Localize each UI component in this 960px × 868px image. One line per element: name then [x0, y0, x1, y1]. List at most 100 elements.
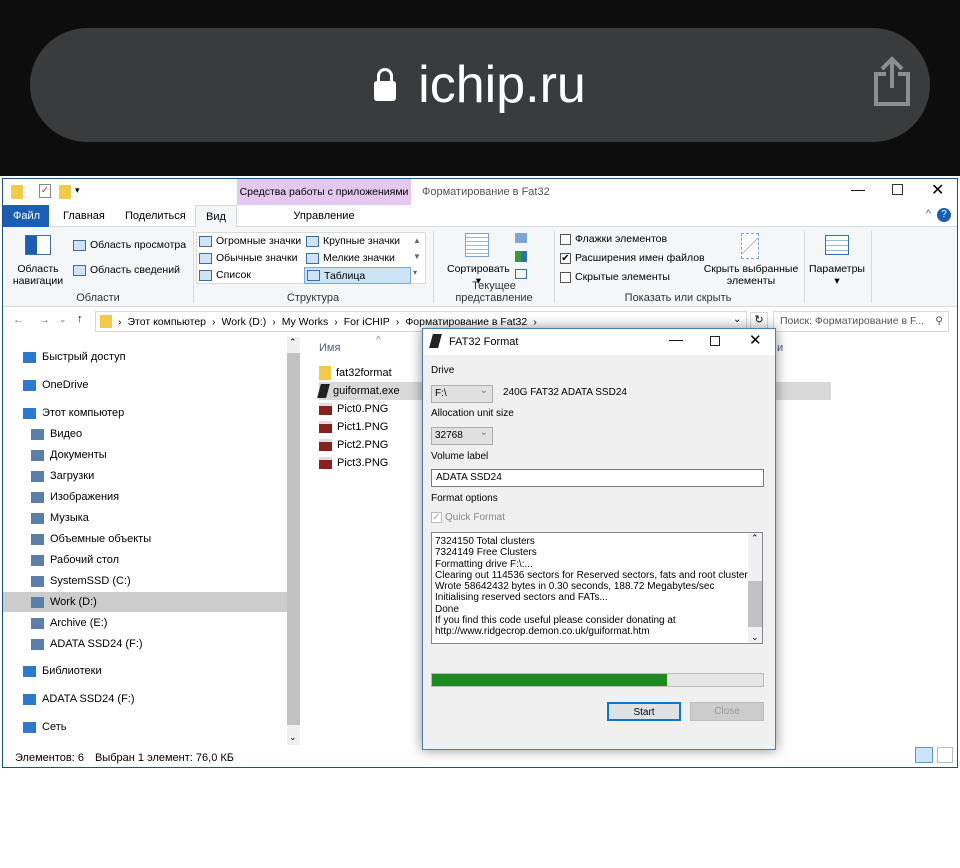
nav-item[interactable]: Объемные объекты — [3, 529, 287, 549]
breadcrumb-item[interactable]: Work (D:) — [222, 316, 267, 328]
column-header-partial[interactable]: и — [777, 342, 783, 354]
nav-item[interactable]: Work (D:) — [3, 592, 287, 612]
preview-pane-button[interactable]: Область просмотра — [73, 239, 186, 251]
minimize-button[interactable]: — — [851, 181, 865, 197]
quick-access-dropdown-icon[interactable]: ▾ — [75, 185, 80, 196]
up-button[interactable]: ↑ — [77, 313, 83, 325]
group-label-layout: Структура — [286, 292, 340, 304]
checkbox-checked[interactable]: ✔ — [560, 252, 571, 264]
hide-selected-button[interactable]: Скрыть выбранные элементы — [703, 263, 799, 287]
file-row[interactable]: Pict1.PNG — [319, 418, 388, 436]
nav-item[interactable]: Загрузки — [3, 466, 287, 486]
breadcrumb-item[interactable]: My Works — [282, 316, 328, 328]
drive-select[interactable]: F:\ — [431, 383, 493, 403]
navigation-pane-icon — [25, 235, 51, 255]
forward-button[interactable]: → — [39, 314, 50, 326]
layout-list[interactable]: Список — [199, 269, 251, 281]
file-row[interactable]: Pict2.PNG — [319, 436, 388, 454]
nav-item[interactable]: Музыка — [3, 508, 287, 528]
nav-item[interactable]: Archive (E:) — [3, 613, 287, 633]
size-columns-icon[interactable] — [515, 269, 527, 279]
layout-small[interactable]: Мелкие значки — [306, 252, 395, 264]
details-pane-button[interactable]: Область сведений — [73, 264, 180, 276]
address-pill[interactable]: ichip.ru — [30, 28, 930, 142]
breadcrumb-item[interactable]: Форматирование в Fat32 — [405, 316, 527, 328]
nav-item[interactable]: Рабочий стол — [3, 550, 287, 570]
maximize-button[interactable] — [892, 184, 903, 195]
nav-item[interactable]: Библиотеки — [3, 661, 287, 681]
share-icon[interactable] — [872, 56, 912, 106]
dialog-close-button[interactable]: ✕ — [749, 331, 762, 349]
nav-item[interactable]: ADATA SSD24 (F:) — [3, 689, 287, 709]
group-by-icon[interactable] — [515, 233, 527, 243]
help-icon[interactable]: ? — [937, 208, 951, 222]
allocation-select[interactable]: 32768 — [431, 425, 493, 445]
nav-item[interactable]: ADATA SSD24 (F:) — [3, 634, 287, 654]
scroll-down-icon[interactable]: ⌄ — [289, 732, 297, 743]
log-scrollbar[interactable]: ⌃ ⌄ — [748, 533, 762, 643]
dialog-minimize-button[interactable]: — — [669, 331, 683, 347]
tab-view[interactable]: Вид — [195, 205, 237, 227]
scroll-up-icon[interactable]: ⌃ — [289, 337, 297, 348]
nav-item[interactable]: Этот компьютер — [3, 403, 287, 423]
options-button[interactable]: Параметры ▾ — [809, 263, 865, 287]
scrollbar-thumb[interactable] — [287, 353, 300, 725]
recent-dropdown-icon[interactable]: ⌄ — [59, 314, 67, 325]
hidden-items-toggle[interactable]: Скрытые элементы — [560, 271, 670, 283]
exe-icon — [317, 384, 330, 398]
file-name: Pict1.PNG — [337, 421, 389, 433]
layout-extra-large[interactable]: Огромные значки — [199, 235, 301, 247]
gallery-scroll-icon[interactable]: ▲ ▼ ▾ — [413, 233, 421, 281]
checkbox[interactable] — [560, 271, 571, 283]
large-icons-view-button[interactable] — [937, 747, 953, 763]
new-folder-icon[interactable] — [59, 185, 71, 199]
file-row[interactable]: fat32format — [319, 364, 392, 382]
back-button[interactable]: ← — [13, 314, 24, 326]
search-input[interactable]: Поиск: Форматирование в F... ⚲ — [773, 311, 949, 332]
collapse-ribbon-icon[interactable]: ^ — [926, 208, 931, 220]
details-view-button[interactable] — [915, 747, 933, 763]
column-header-name[interactable]: Имя — [319, 342, 340, 354]
close-button-disabled[interactable]: Close — [690, 702, 764, 721]
properties-icon[interactable]: ✓ — [39, 184, 51, 198]
nav-item[interactable]: Быстрый доступ — [3, 347, 287, 367]
start-button[interactable]: Start — [607, 702, 681, 721]
dialog-maximize-button[interactable] — [710, 336, 720, 346]
add-columns-icon[interactable] — [515, 251, 527, 262]
layout-details-selected[interactable]: Таблица — [304, 267, 411, 284]
nav-item[interactable]: SystemSSD (C:) — [3, 571, 287, 591]
layout-label: Крупные значки — [323, 235, 401, 247]
file-row[interactable]: Pict3.PNG — [319, 454, 388, 472]
scrollbar-thumb[interactable] — [748, 581, 762, 627]
volume-label-input[interactable]: ADATA SSD24 — [431, 469, 764, 487]
quick-format-checkbox[interactable]: ✓ Quick Format — [431, 512, 505, 523]
item-checkboxes-toggle[interactable]: Флажки элементов — [560, 233, 667, 245]
layout-medium[interactable]: Обычные значки — [199, 252, 297, 264]
nav-item[interactable]: OneDrive — [3, 375, 287, 395]
folder-icon[interactable] — [11, 185, 23, 199]
close-button[interactable]: ✕ — [931, 180, 944, 200]
tab-share[interactable]: Поделиться — [115, 205, 196, 227]
nav-item[interactable]: Сеть — [3, 717, 287, 737]
file-row[interactable]: Pict0.PNG — [319, 400, 388, 418]
nav-scrollbar[interactable]: ⌃ ⌄ — [287, 337, 300, 745]
address-dropdown-icon[interactable]: ⌄ — [733, 314, 741, 325]
tab-file[interactable]: Файл — [3, 205, 49, 227]
breadcrumb-item[interactable]: Этот компьютер — [128, 316, 207, 328]
log-output[interactable]: 7324150 Total clusters 7324149 Free Clust… — [431, 532, 763, 644]
small-icons-icon — [306, 252, 319, 264]
nav-item[interactable]: Видео — [3, 424, 287, 444]
file-name: Pict3.PNG — [337, 457, 389, 469]
breadcrumb-item[interactable]: For iCHIP — [344, 316, 390, 328]
scroll-down-icon[interactable]: ⌄ — [751, 632, 759, 643]
preview-pane-icon — [73, 239, 86, 251]
checkbox-checked[interactable]: ✓ — [431, 512, 442, 523]
file-extensions-toggle[interactable]: ✔ Расширения имен файлов — [560, 252, 705, 264]
nav-item[interactable]: Документы — [3, 445, 287, 465]
checkbox[interactable] — [560, 233, 571, 245]
tab-home[interactable]: Главная — [53, 205, 115, 227]
layout-large[interactable]: Крупные значки — [306, 235, 400, 247]
navigation-pane-button[interactable]: Область навигации — [7, 263, 69, 287]
scroll-up-icon[interactable]: ⌃ — [751, 533, 759, 544]
nav-item[interactable]: Изображения — [3, 487, 287, 507]
